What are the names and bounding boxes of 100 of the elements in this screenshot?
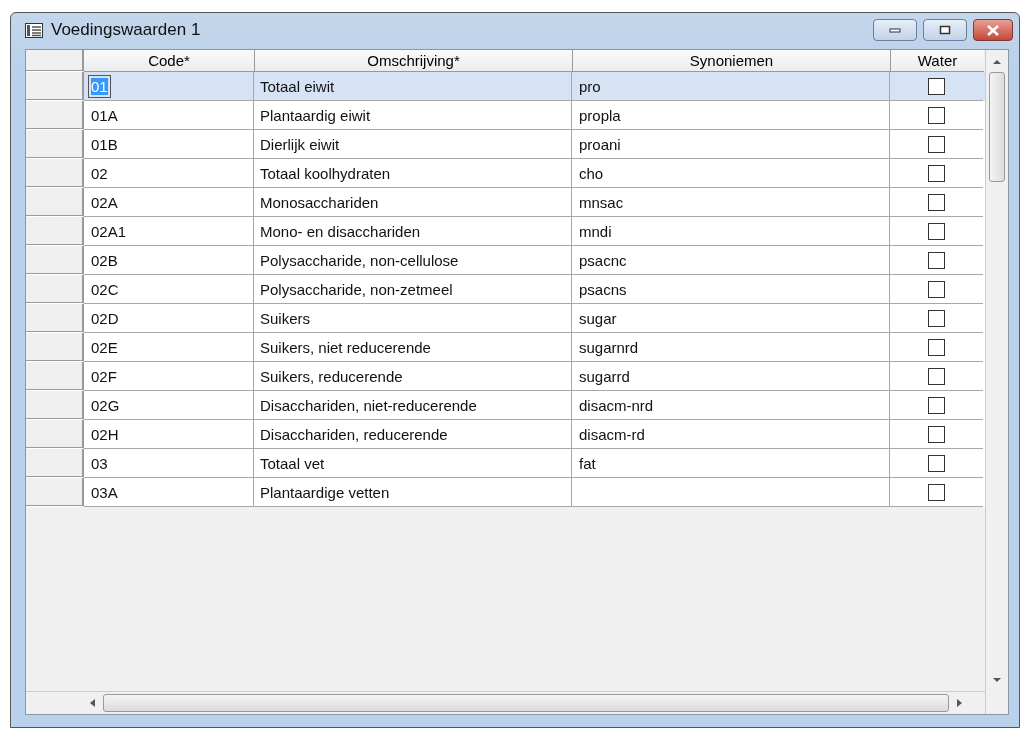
table-cell: Disacchariden, niet-reducerende	[260, 396, 477, 414]
checkbox[interactable]	[928, 193, 945, 211]
table-cell: Plantaardige vetten	[260, 483, 390, 501]
row-header[interactable]	[26, 478, 84, 507]
table-cell: 02A	[91, 193, 118, 211]
checkbox[interactable]	[928, 396, 945, 414]
checkbox[interactable]	[928, 222, 945, 240]
checkbox[interactable]	[928, 280, 945, 298]
table-cell: propla	[579, 106, 621, 124]
row-header[interactable]	[26, 304, 84, 333]
minimize-icon	[889, 27, 901, 33]
maximize-icon	[939, 25, 951, 35]
table-row[interactable]: 01 Totaal eiwit pro	[26, 72, 985, 101]
table-cell: Plantaardig eiwit	[260, 106, 371, 124]
close-button[interactable]	[973, 19, 1013, 41]
table-cell: 03	[91, 454, 108, 472]
checkbox[interactable]	[928, 251, 945, 269]
table-row[interactable]: 02A Monosacchariden mnsac	[26, 188, 985, 217]
checkbox[interactable]	[928, 77, 945, 95]
table-cell: mndi	[579, 222, 612, 240]
horizontal-scrollbar[interactable]	[26, 691, 985, 714]
table-cell: Monosacchariden	[260, 193, 379, 211]
table-row[interactable]: 01A Plantaardig eiwit propla	[26, 101, 985, 130]
column-header[interactable]: Water	[891, 50, 984, 72]
table-cell: 02A1	[91, 222, 127, 240]
row-header[interactable]	[26, 391, 84, 420]
column-header[interactable]: Omschrijving*	[255, 50, 573, 72]
checkbox[interactable]	[928, 454, 945, 472]
row-header[interactable]	[26, 130, 84, 159]
checkbox[interactable]	[928, 367, 945, 385]
table-cell: Totaal vet	[260, 454, 325, 472]
maximize-button[interactable]	[923, 19, 967, 41]
checkbox[interactable]	[928, 338, 945, 356]
table-row[interactable]: 02G Disacchariden, niet-reducerende disacm-nrd	[26, 391, 985, 420]
table-cell: 02F	[91, 367, 117, 385]
table-cell: proani	[579, 135, 621, 153]
table-row[interactable]: 02E Suikers, niet reducerende sugarnrd	[26, 333, 985, 362]
checkbox[interactable]	[928, 425, 945, 443]
row-header[interactable]	[26, 420, 84, 449]
scrollbar-thumb[interactable]	[989, 72, 1005, 182]
checkbox[interactable]	[928, 135, 945, 153]
table-cell: mnsac	[579, 193, 624, 211]
row-header[interactable]	[26, 101, 84, 130]
table-cell: Suikers, reducerende	[260, 367, 403, 385]
row-header[interactable]	[26, 449, 84, 478]
table-cell: fat	[579, 454, 596, 472]
table-cell: disacm-rd	[579, 425, 645, 443]
row-header[interactable]	[26, 188, 84, 217]
table-cell: 02D	[91, 309, 119, 327]
table-row[interactable]: 02H Disacchariden, reducerende disacm-rd	[26, 420, 985, 449]
minimize-button[interactable]	[873, 19, 917, 41]
table-cell: 01B	[91, 135, 118, 153]
table-row[interactable]: 03 Totaal vet fat	[26, 449, 985, 478]
table-cell: Suikers	[260, 309, 311, 327]
row-header[interactable]	[26, 217, 84, 246]
table-cell: 02E	[91, 338, 118, 356]
table-cell: sugar	[579, 309, 617, 327]
scrollbar-thumb[interactable]	[103, 694, 949, 712]
table-row[interactable]: 02 Totaal koolhydraten cho	[26, 159, 985, 188]
table-cell: Polysaccharide, non-zetmeel	[260, 280, 453, 298]
table-cell: cho	[579, 164, 604, 182]
row-header[interactable]	[26, 159, 84, 188]
table-cell: disacm-nrd	[579, 396, 654, 414]
table-row[interactable]: 03A Plantaardige vetten	[26, 478, 985, 507]
row-header[interactable]	[26, 72, 84, 101]
vertical-scrollbar[interactable]	[985, 50, 1008, 714]
table-cell: Polysaccharide, non-cellulose	[260, 251, 459, 269]
row-header[interactable]	[26, 246, 84, 275]
checkbox[interactable]	[928, 164, 945, 182]
table-row[interactable]: 01B Dierlijk eiwit proani	[26, 130, 985, 159]
table-cell: psacns	[579, 280, 627, 298]
table-cell: 02C	[91, 280, 119, 298]
row-header[interactable]	[26, 275, 84, 304]
table-cell: Totaal eiwit	[260, 77, 335, 95]
table-icon	[25, 22, 43, 38]
table-cell: sugarnrd	[579, 338, 639, 356]
window-title: Voedingswaarden 1	[51, 20, 201, 40]
table-cell: 02B	[91, 251, 118, 269]
table-row[interactable]: 02D Suikers sugar	[26, 304, 985, 333]
table-row[interactable]: 02F Suikers, reducerende sugarrd	[26, 362, 985, 391]
row-header[interactable]	[26, 362, 84, 391]
table-row[interactable]: 02B Polysaccharide, non-cellulose psacnc	[26, 246, 985, 275]
table-row[interactable]: 02A1 Mono- en disacchariden mndi	[26, 217, 985, 246]
table-cell: 02	[91, 164, 108, 182]
table-cell: Mono- en disacchariden	[260, 222, 421, 240]
table-row[interactable]: 02C Polysaccharide, non-zetmeel psacns	[26, 275, 985, 304]
table-cell: 03A	[91, 483, 118, 501]
table-cell: 01A	[91, 106, 118, 124]
table-cell: sugarrd	[579, 367, 630, 385]
checkbox[interactable]	[928, 309, 945, 327]
checkbox[interactable]	[928, 483, 945, 501]
row-header[interactable]	[26, 333, 84, 362]
table-cell: Dierlijk eiwit	[260, 135, 340, 153]
table-cell: Suikers, niet reducerende	[260, 338, 431, 356]
table-cell: 01	[91, 77, 108, 95]
table-cell: 02H	[91, 425, 119, 443]
column-header[interactable]: Synoniemen	[573, 50, 891, 72]
checkbox[interactable]	[928, 106, 945, 124]
column-header[interactable]: Code*	[84, 50, 255, 72]
table-cell: psacnc	[579, 251, 627, 269]
